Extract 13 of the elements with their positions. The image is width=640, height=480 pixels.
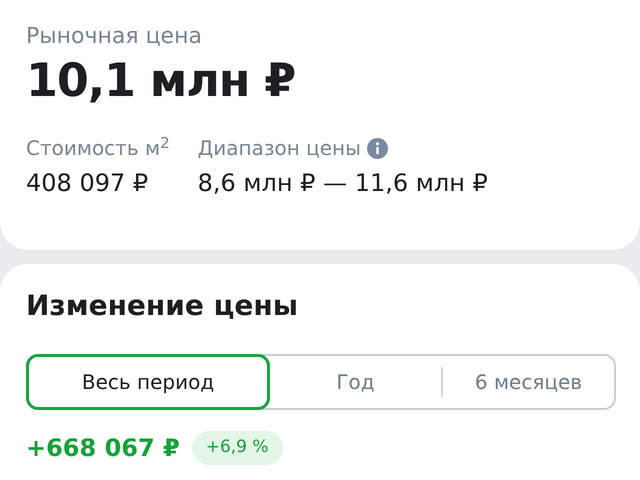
period-tab[interactable]: Весь период (26, 354, 270, 410)
period-tab[interactable]: Год (270, 356, 441, 408)
info-icon[interactable] (366, 138, 388, 158)
period-tab[interactable]: 6 месяцев (443, 356, 614, 408)
stat-value: 8,6 млн ₽ — 11,6 млн ₽ (198, 168, 488, 199)
price-change-value: +668 067 ₽ (26, 433, 180, 464)
stat-value: 408 097 ₽ (26, 168, 150, 199)
price-change-badge: +6,9 % (192, 431, 283, 465)
stat-label: Стоимость м$^{2}$ (26, 134, 170, 162)
stat-label: Диапазон цены (198, 135, 361, 162)
section-title: Изменение цены (26, 288, 300, 324)
market-price-label: Рыночная цена (26, 23, 203, 51)
market-price-value: 10,1 млн ₽ (26, 52, 296, 108)
